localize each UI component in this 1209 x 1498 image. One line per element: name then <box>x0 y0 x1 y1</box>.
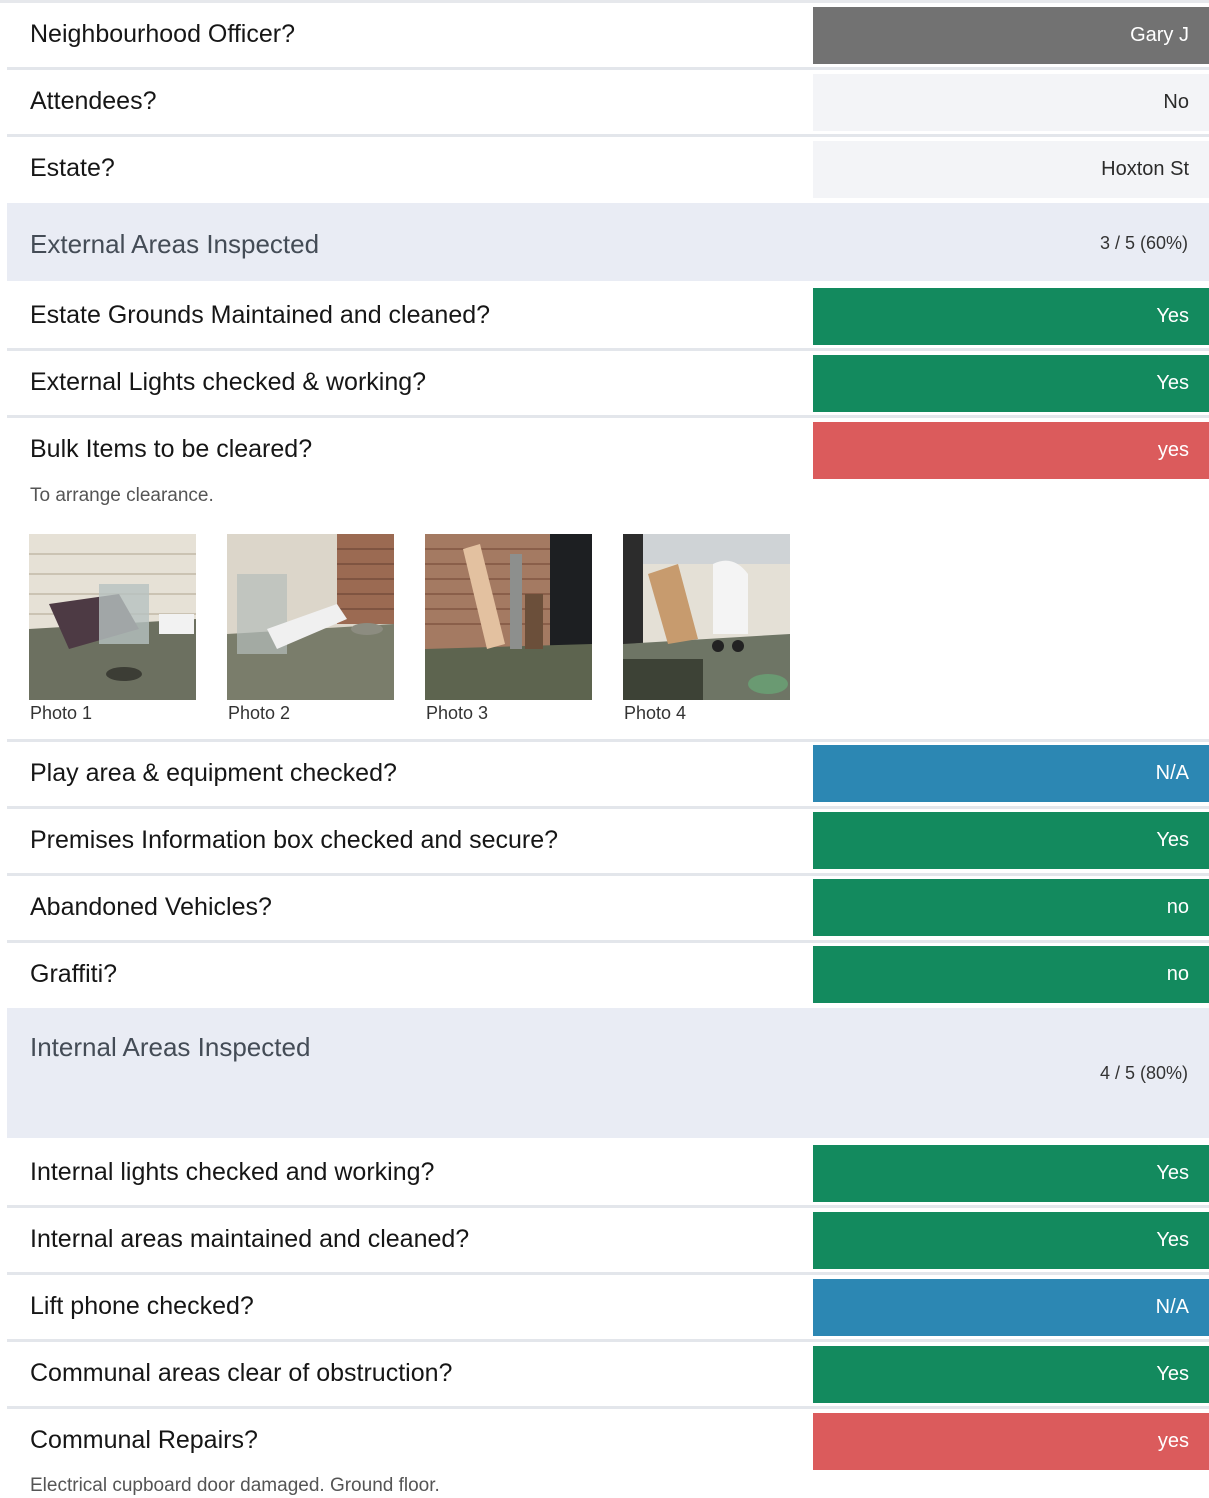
answer-badge: Yes <box>813 1145 1209 1202</box>
photo-thumbnail-2[interactable] <box>227 534 394 700</box>
row-communal-areas: Communal areas clear of obstruction? Yes <box>7 1342 1209 1409</box>
section-external-areas: External Areas Inspected 3 / 5 (60%) <box>7 203 1209 281</box>
question-label: Communal areas clear of obstruction? <box>30 1359 453 1387</box>
answer-badge: yes <box>813 422 1209 479</box>
question-label: Graffiti? <box>30 960 118 988</box>
photo-thumbnail-3[interactable] <box>425 534 592 700</box>
question-label: Estate? <box>30 154 115 182</box>
photo-caption-1: Photo 1 <box>30 703 93 723</box>
row-lift-phone: Lift phone checked? N/A <box>7 1275 1209 1342</box>
row-attendees: Attendees? No <box>7 70 1209 137</box>
question-label: Bulk Items to be cleared? <box>30 435 313 463</box>
photo-thumbnail-1[interactable] <box>29 534 196 700</box>
question-label: External Lights checked & working? <box>30 368 427 396</box>
row-internal-lights: Internal lights checked and working? Yes <box>7 1141 1209 1208</box>
answer-badge: Gary J <box>813 7 1209 64</box>
question-label: Abandoned Vehicles? <box>30 893 272 921</box>
row-play-area: Play area & equipment checked? N/A <box>7 742 1209 809</box>
section-score: 3 / 5 (60%) <box>1099 233 1188 253</box>
photo-thumbnail-4[interactable] <box>623 534 790 700</box>
answer-badge: Yes <box>813 288 1209 345</box>
answer-badge: Yes <box>813 355 1209 412</box>
answer-badge: Yes <box>813 1212 1209 1269</box>
row-graffiti: Graffiti? no <box>7 943 1209 1009</box>
question-label: Premises Information box checked and sec… <box>30 826 559 854</box>
row-abandoned-vehicles: Abandoned Vehicles? no <box>7 876 1209 943</box>
question-label: Estate Grounds Maintained and cleaned? <box>30 301 491 329</box>
answer-badge: no <box>813 879 1209 936</box>
photo-caption-4: Photo 4 <box>624 703 687 723</box>
answer-badge: N/A <box>813 1279 1209 1336</box>
section-internal-areas: Internal Areas Inspected 4 / 5 (80%) <box>7 1008 1209 1138</box>
answer-badge: Yes <box>813 812 1209 869</box>
question-label: Lift phone checked? <box>30 1292 254 1320</box>
question-label: Internal areas maintained and cleaned? <box>30 1225 470 1253</box>
answer-badge: Hoxton St <box>813 141 1209 198</box>
question-label: Communal Repairs? <box>30 1426 258 1454</box>
row-external-lights: External Lights checked & working? Yes <box>7 351 1209 418</box>
row-neighbourhood-officer: Neighbourhood Officer? Gary J <box>7 3 1209 70</box>
question-label: Attendees? <box>30 87 157 115</box>
answer-badge: no <box>813 946 1209 1003</box>
communal-repairs-note: Electrical cupboard door damaged. Ground… <box>30 1475 440 1496</box>
answer-badge: N/A <box>813 745 1209 802</box>
question-label: Play area & equipment checked? <box>30 759 397 787</box>
section-title: Internal Areas Inspected <box>30 1032 311 1062</box>
row-estate: Estate? Hoxton St <box>7 137 1209 204</box>
row-estate-grounds: Estate Grounds Maintained and cleaned? Y… <box>7 284 1209 351</box>
section-title: External Areas Inspected <box>30 229 320 259</box>
section-score: 4 / 5 (80%) <box>1099 1063 1188 1083</box>
answer-badge: No <box>813 74 1209 131</box>
row-internal-areas: Internal areas maintained and cleaned? Y… <box>7 1208 1209 1275</box>
question-label: Internal lights checked and working? <box>30 1158 435 1186</box>
bulk-items-note: To arrange clearance. <box>30 485 214 506</box>
photo-caption-2: Photo 2 <box>228 703 291 723</box>
answer-badge: yes <box>813 1413 1209 1470</box>
photo-caption-3: Photo 3 <box>426 703 489 723</box>
answer-badge: Yes <box>813 1346 1209 1403</box>
question-label: Neighbourhood Officer? <box>30 20 295 48</box>
row-premises-info-box: Premises Information box checked and sec… <box>7 809 1209 876</box>
